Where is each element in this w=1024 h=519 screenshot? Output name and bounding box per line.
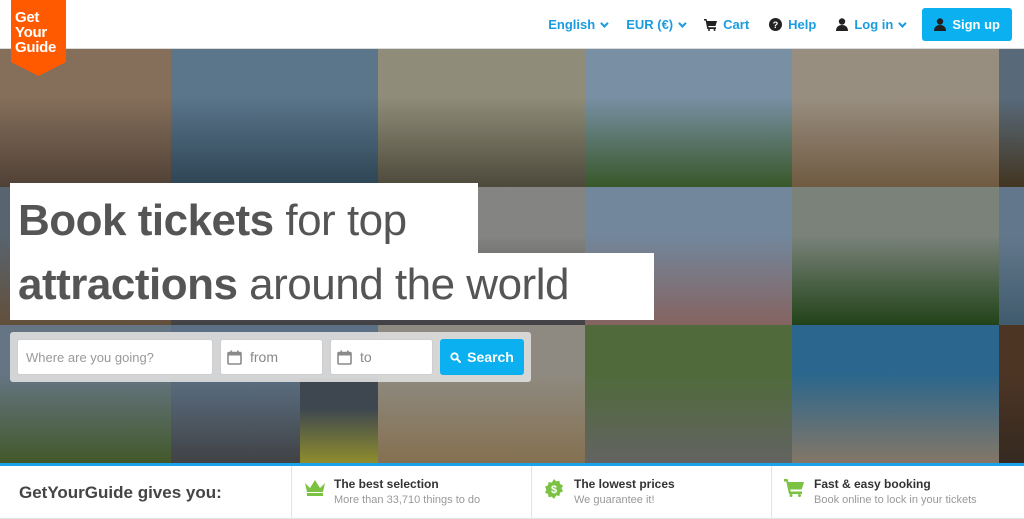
from-date-field[interactable] (220, 339, 323, 375)
dollar-badge-icon: $ (544, 479, 564, 504)
currency-selector[interactable]: EUR (€) (626, 17, 687, 32)
photo-tile-great-wall (585, 325, 792, 463)
photo-tile-dubai-speedboat (171, 49, 378, 187)
logo-line: Guide (15, 39, 57, 56)
language-selector[interactable]: English (548, 17, 609, 32)
benefit-lowest-prices: $ The lowest prices We guarantee it! (531, 466, 771, 519)
top-nav: English EUR (€) Cart ? Help Log in Sign … (528, 8, 1012, 41)
photo-tile-market-shelves (999, 325, 1024, 463)
user-icon (934, 18, 947, 31)
currency-label: EUR (€) (626, 17, 674, 32)
hero-headline: Book tickets for top attractions around … (10, 183, 654, 320)
benefit-subtitle: Book online to lock in your tickets (814, 494, 977, 506)
headline-text: around the world (237, 260, 569, 309)
benefit-fast-booking: Fast & easy booking Book online to lock … (771, 466, 1024, 519)
benefit-title: The lowest prices (574, 477, 675, 491)
benefit-subtitle: More than 33,710 things to do (334, 494, 481, 506)
benefits-bar: GetYourGuide gives you: The best selecti… (0, 466, 1024, 519)
headline-bold: attractions (18, 260, 238, 309)
login-dropdown[interactable]: Log in (836, 17, 907, 32)
chevron-down-icon (898, 18, 907, 28)
language-label: English (548, 17, 596, 32)
calendar-icon (337, 350, 352, 365)
to-date-field[interactable] (330, 339, 433, 375)
site-header: English EUR (€) Cart ? Help Log in Sign … (0, 0, 1024, 49)
logo-text: Get Your Guide (15, 10, 56, 55)
headline-line-2: attractions around the world (10, 253, 654, 320)
benefits-title: GetYourGuide gives you: (19, 483, 222, 502)
search-icon (450, 351, 462, 363)
photo-tile-city-skyline-edge (999, 49, 1024, 187)
cart-icon (704, 18, 718, 31)
benefit-title: Fast & easy booking (814, 477, 931, 491)
benefit-best-selection: The best selection More than 33,710 thin… (291, 466, 531, 519)
svg-text:$: $ (551, 484, 557, 496)
photo-tile-berlin-segway (585, 49, 792, 187)
search-button[interactable]: Search (440, 339, 524, 375)
headline-bold: Book tickets (18, 196, 274, 245)
crown-icon (304, 479, 326, 502)
search-button-label: Search (467, 349, 514, 365)
to-date-input[interactable] (360, 349, 432, 365)
chevron-down-icon (600, 18, 609, 28)
benefit-title: The best selection (334, 477, 439, 491)
svg-text:?: ? (773, 20, 779, 30)
logo-line: Your (15, 24, 47, 41)
calendar-icon (227, 350, 242, 365)
photo-tile-bus-photographer (300, 379, 378, 463)
cart-label: Cart (723, 17, 750, 32)
question-circle-icon: ? (769, 18, 783, 31)
help-link[interactable]: ? Help (769, 17, 816, 32)
login-label: Log in (854, 17, 894, 32)
cart-link[interactable]: Cart (704, 17, 749, 32)
headline-text: for top (273, 196, 407, 245)
headline-line-1: Book tickets for top (10, 183, 478, 253)
benefit-subtitle: We guarantee it! (574, 494, 655, 506)
user-icon (836, 18, 849, 31)
search-bar: Search (10, 332, 531, 382)
signup-label: Sign up (952, 17, 1000, 32)
photo-tile-lake-yellow-jacket (999, 187, 1024, 325)
getyourguide-logo[interactable]: Get Your Guide (11, 0, 66, 76)
photo-tile-yellowstone-pool (792, 325, 999, 463)
chevron-down-icon (678, 18, 687, 28)
destination-input[interactable] (26, 349, 212, 365)
destination-field[interactable] (17, 339, 213, 375)
photo-tile-giza-pyramids-camels (792, 49, 999, 187)
cart-icon (784, 479, 804, 502)
help-label: Help (788, 17, 817, 32)
from-date-input[interactable] (250, 349, 322, 365)
signup-button[interactable]: Sign up (922, 8, 1012, 41)
logo-line: Get (15, 9, 40, 26)
photo-tile-taj-mahal-tourists (378, 49, 585, 187)
photo-tile-bungee-jungle (792, 187, 999, 325)
